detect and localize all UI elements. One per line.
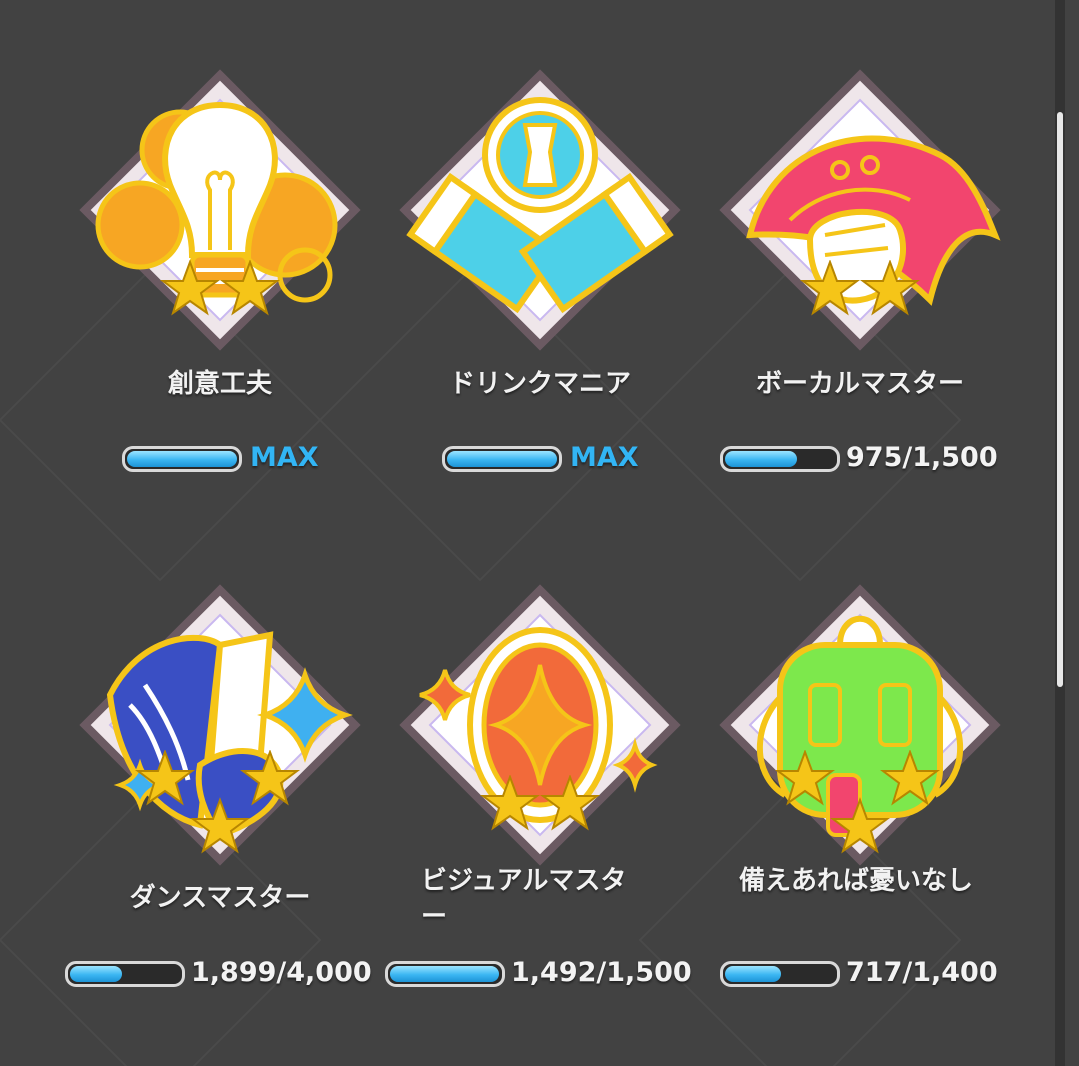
achievement-title: 創意工夫 (167, 369, 272, 399)
progress-value: 1,492/1,500 (511, 957, 692, 988)
achievement-card-dance-master[interactable]: ダンスマスター 1,899/4,000 (55, 525, 385, 1025)
achievement-title: ダンスマスター (129, 883, 311, 913)
achievement-card-preparedness[interactable]: 備えあれば憂いなし 717/1,400 (695, 525, 1025, 1025)
achievement-title: ビジュアルマスター (421, 866, 627, 932)
achievement-card-drink-mania[interactable]: ドリンクマニア MAX (375, 10, 705, 510)
rank-stars (480, 775, 600, 831)
progress-bar (442, 446, 562, 472)
progress-bar (720, 446, 840, 472)
rank-stars (800, 260, 920, 316)
progress-bar (122, 446, 242, 472)
rank-stars (775, 750, 940, 854)
achievement-title: ドリンクマニア (448, 369, 631, 399)
rank-stars (135, 750, 300, 854)
progress-value: 717/1,400 (846, 957, 998, 988)
progress-value: MAX (250, 442, 319, 473)
drink-icon (399, 69, 681, 351)
progress-value: MAX (570, 442, 639, 473)
achievement-card-creativity[interactable]: 創意工夫 MAX (55, 10, 385, 510)
progress-bar (385, 961, 505, 987)
progress-bar (65, 961, 185, 987)
progress-value: 1,899/4,000 (191, 957, 372, 988)
achievement-title: ボーカルマスター (755, 369, 964, 399)
achievement-title: 備えあれば憂いなし (739, 866, 974, 896)
achievement-card-visual-master[interactable]: ビジュアルマスター 1,492/1,500 (375, 525, 705, 1025)
achievement-card-vocal-master[interactable]: ボーカルマスター 975/1,500 (695, 10, 1025, 510)
rank-stars (160, 260, 280, 316)
scrollbar-thumb[interactable] (1057, 112, 1063, 687)
progress-bar (720, 961, 840, 987)
progress-value: 975/1,500 (846, 442, 998, 473)
